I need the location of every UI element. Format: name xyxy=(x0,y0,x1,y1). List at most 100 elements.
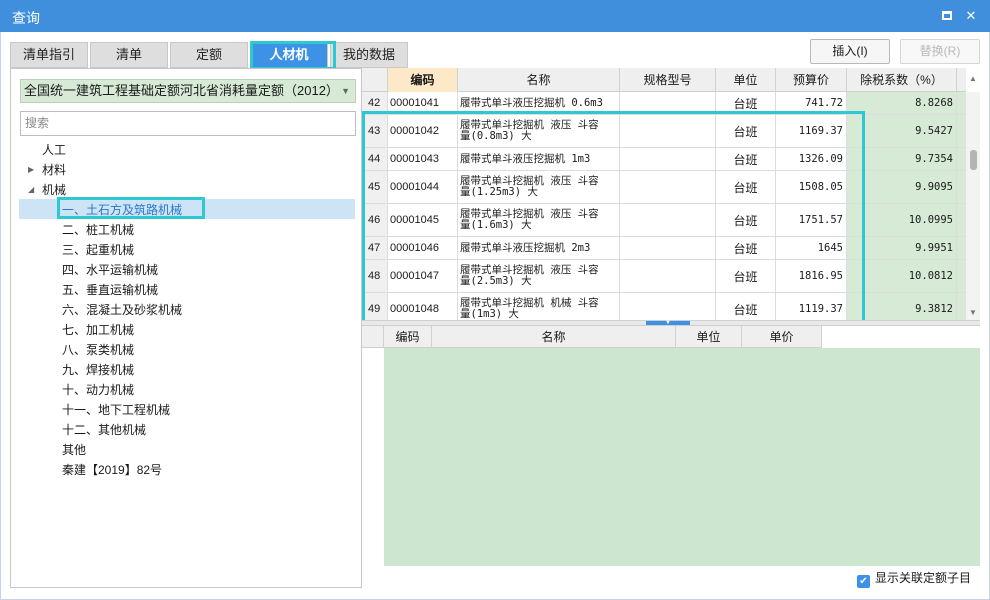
table-row[interactable]: 42 00001041 履带式单斗液压挖掘机 0.6m3 台班 741.72 8.8268 xyxy=(362,92,966,115)
cell-price[interactable]: 741.72 xyxy=(776,92,847,114)
tab-labor-material-machine[interactable]: 人材机 xyxy=(250,42,328,68)
expand-arrow-icon[interactable]: ▶ xyxy=(28,160,34,180)
tree-item[interactable]: 十一、地下工程机械 xyxy=(62,400,170,420)
tree-item[interactable]: ▶ 材料 xyxy=(28,160,66,180)
tree-item[interactable]: 秦建【2019】82号 xyxy=(62,460,162,480)
tree-item[interactable]: 十二、其他机械 xyxy=(62,420,146,440)
table-row[interactable]: 46 00001045 履带式单斗挖掘机 液压 斗容 量(1.6m3) 大 台班 1751… xyxy=(362,204,966,237)
sub-grid-header-name[interactable]: 名称 xyxy=(432,326,676,348)
table-row[interactable]: 44 00001043 履带式单斗液压挖掘机 1m3 台班 1326.09 9.7354 xyxy=(362,148,966,171)
table-row[interactable]: 47 00001046 履带式单斗液压挖掘机 2m3 台班 1645 9.9951 xyxy=(362,237,966,260)
scroll-down-icon[interactable]: ▼ xyxy=(969,308,977,317)
cell-unit[interactable]: 台班 xyxy=(716,237,776,259)
cell-name[interactable]: 履带式单斗液压挖掘机 2m3 xyxy=(458,237,620,259)
tab-bill-guide[interactable]: 清单指引 xyxy=(10,42,88,68)
cell-unit[interactable]: 台班 xyxy=(716,260,776,292)
splitter-grip-icon[interactable]: ▼ xyxy=(646,320,690,326)
grid-header-price[interactable]: 预算价 xyxy=(776,68,847,92)
row-index[interactable]: 43 xyxy=(362,115,388,147)
cell-price[interactable]: 1169.37 xyxy=(776,115,847,147)
cell-spec[interactable] xyxy=(620,115,716,147)
cell-price[interactable]: 1508.05 xyxy=(776,171,847,203)
cell-tax-coef[interactable]: 9.3812 xyxy=(847,293,957,320)
tab-my-data[interactable]: 我的数据 xyxy=(330,42,408,68)
cell-spec[interactable] xyxy=(620,260,716,292)
sub-grid-header-unit[interactable]: 单位 xyxy=(676,326,742,348)
row-index[interactable]: 44 xyxy=(362,148,388,170)
replace-button[interactable]: 替换(R) xyxy=(900,39,980,64)
tree-item[interactable]: 八、泵类机械 xyxy=(62,340,134,360)
cell-code[interactable]: 00001043 xyxy=(388,148,458,170)
grid-header-tax-coef[interactable]: 除税系数（%） xyxy=(847,68,957,92)
close-icon[interactable]: ✕ xyxy=(964,9,978,23)
cell-tax-coef[interactable]: 9.7354 xyxy=(847,148,957,170)
cell-name[interactable]: 履带式单斗挖掘机 液压 斗容 量(0.8m3) 大 xyxy=(458,115,620,147)
cell-name[interactable]: 履带式单斗液压挖掘机 0.6m3 xyxy=(458,92,620,114)
cell-unit[interactable]: 台班 xyxy=(716,171,776,203)
cell-tax-coef[interactable]: 9.5427 xyxy=(847,115,957,147)
tree-item[interactable]: 九、焊接机械 xyxy=(62,360,134,380)
maximize-icon[interactable] xyxy=(940,9,954,23)
cell-code[interactable]: 00001046 xyxy=(388,237,458,259)
cell-unit[interactable]: 台班 xyxy=(716,204,776,236)
row-index[interactable]: 45 xyxy=(362,171,388,203)
grid-header-name[interactable]: 名称 xyxy=(458,68,620,92)
cell-price[interactable]: 1326.09 xyxy=(776,148,847,170)
cell-spec[interactable] xyxy=(620,204,716,236)
tree-item[interactable]: 五、垂直运输机械 xyxy=(62,280,158,300)
collapse-arrow-icon[interactable]: ◢ xyxy=(28,180,34,200)
search-input[interactable]: 搜索 xyxy=(20,111,356,136)
cell-spec[interactable] xyxy=(620,148,716,170)
tree-item[interactable]: 七、加工机械 xyxy=(62,320,134,340)
library-select[interactable]: 全国统一建筑工程基础定额河北省消耗量定额（2012） ▼ xyxy=(20,79,356,103)
tree-item[interactable]: ◢ 机械 xyxy=(28,180,66,200)
scroll-up-icon[interactable]: ▲ xyxy=(969,74,977,83)
cell-tax-coef[interactable]: 8.8268 xyxy=(847,92,957,114)
cell-tax-coef[interactable]: 10.0995 xyxy=(847,204,957,236)
sub-grid-header-price[interactable]: 单价 xyxy=(742,326,822,348)
cell-price[interactable]: 1751.57 xyxy=(776,204,847,236)
tree-item[interactable]: 六、混凝土及砂浆机械 xyxy=(62,300,182,320)
cell-unit[interactable]: 台班 xyxy=(716,293,776,320)
cell-code[interactable]: 00001042 xyxy=(388,115,458,147)
insert-button[interactable]: 插入(I) xyxy=(810,39,890,64)
tree-item[interactable]: 一、土石方及筑路机械 xyxy=(62,200,182,220)
cell-code[interactable]: 00001045 xyxy=(388,204,458,236)
cell-spec[interactable] xyxy=(620,171,716,203)
grid-header-code[interactable]: 编码 xyxy=(388,68,458,92)
row-index[interactable]: 49 xyxy=(362,293,388,320)
cell-unit[interactable]: 台班 xyxy=(716,148,776,170)
grid-header-spec[interactable]: 规格型号 xyxy=(620,68,716,92)
sub-grid-header-code[interactable]: 编码 xyxy=(384,326,432,348)
cell-name[interactable]: 履带式单斗液压挖掘机 1m3 xyxy=(458,148,620,170)
row-index[interactable]: 48 xyxy=(362,260,388,292)
table-row[interactable]: 48 00001047 履带式单斗挖掘机 液压 斗容 量(2.5m3) 大 台班 1816… xyxy=(362,260,966,293)
cell-price[interactable]: 1645 xyxy=(776,237,847,259)
cell-spec[interactable] xyxy=(620,293,716,320)
cell-unit[interactable]: 台班 xyxy=(716,115,776,147)
cell-name[interactable]: 履带式单斗挖掘机 液压 斗容 量(1.6m3) 大 xyxy=(458,204,620,236)
cell-tax-coef[interactable]: 9.9951 xyxy=(847,237,957,259)
scroll-thumb[interactable] xyxy=(970,150,977,170)
cell-code[interactable]: 00001047 xyxy=(388,260,458,292)
cell-tax-coef[interactable]: 9.9095 xyxy=(847,171,957,203)
cell-tax-coef[interactable]: 10.0812 xyxy=(847,260,957,292)
cell-unit[interactable]: 台班 xyxy=(716,92,776,114)
table-row[interactable]: 49 00001048 履带式单斗挖掘机 机械 斗容 量(1m3) 大 台班 1119.3… xyxy=(362,293,966,320)
grid-header-unit[interactable]: 单位 xyxy=(716,68,776,92)
cell-price[interactable]: 1119.37 xyxy=(776,293,847,320)
cell-code[interactable]: 00001041 xyxy=(388,92,458,114)
table-row[interactable]: 45 00001044 履带式单斗挖掘机 液压 斗容 量(1.25m3) 大 台班 150… xyxy=(362,171,966,204)
cell-name[interactable]: 履带式单斗挖掘机 液压 斗容 量(1.25m3) 大 xyxy=(458,171,620,203)
table-row[interactable]: 43 00001042 履带式单斗挖掘机 液压 斗容 量(0.8m3) 大 台班 1169… xyxy=(362,115,966,148)
row-index[interactable]: 47 xyxy=(362,237,388,259)
row-index[interactable]: 42 xyxy=(362,92,388,114)
cell-name[interactable]: 履带式单斗挖掘机 机械 斗容 量(1m3) 大 xyxy=(458,293,620,320)
tree-item[interactable]: 人工 xyxy=(42,140,66,160)
cell-code[interactable]: 00001048 xyxy=(388,293,458,320)
tree-item[interactable]: 三、起重机械 xyxy=(62,240,134,260)
show-related-quota-checkbox[interactable]: ✔ 显示关联定额子目 xyxy=(857,571,971,588)
cell-spec[interactable] xyxy=(620,92,716,114)
tree-item[interactable]: 二、桩工机械 xyxy=(62,220,134,240)
row-index[interactable]: 46 xyxy=(362,204,388,236)
